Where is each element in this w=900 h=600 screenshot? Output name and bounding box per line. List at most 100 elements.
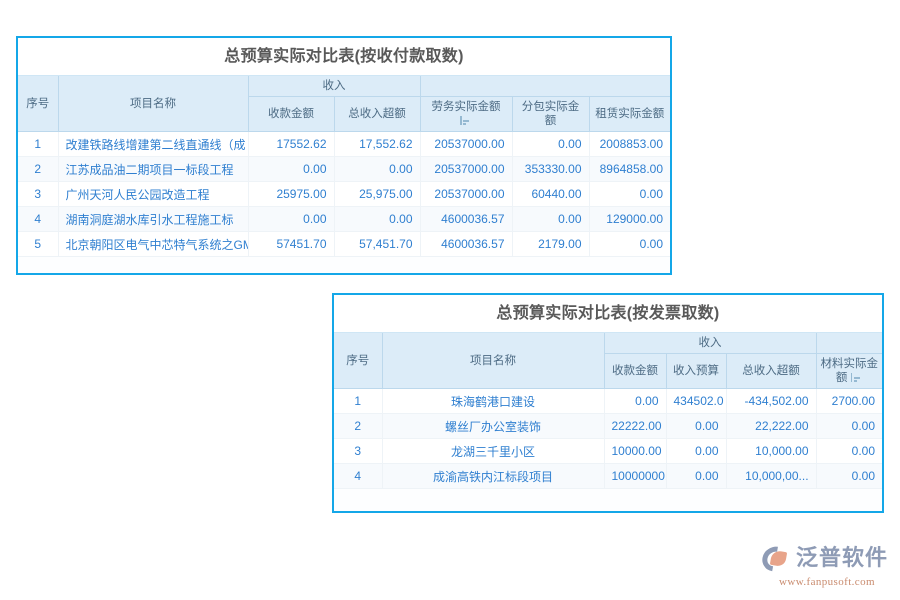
cell-total-income-excess: -434,502.00 <box>726 389 816 414</box>
table-row[interactable]: 4 湖南洞庭湖水库引水工程施工标 0.00 0.00 4600036.57 0.… <box>18 207 670 232</box>
cell-project-name[interactable]: 江苏成品油二期项目一标段工程 <box>58 157 248 182</box>
brand-logo-row: 泛普软件 <box>762 543 892 575</box>
cell-project-name[interactable]: 珠海鹤港口建设 <box>382 389 604 414</box>
col-header-total-income-excess[interactable]: 总收入超额 <box>334 97 420 132</box>
col-header-subcontract-actual-amount[interactable]: 分包实际金额 <box>512 97 589 132</box>
cell-total-income-excess: 0.00 <box>334 157 420 182</box>
brand-url: www.fanpusoft.com <box>762 576 892 588</box>
brand-logo: 泛普软件 www.fanpusoft.com <box>762 543 892 593</box>
cell-labor-actual-amount: 20537000.00 <box>420 182 512 207</box>
col-header-income-budget[interactable]: 收入预算 <box>666 354 726 389</box>
sort-icon[interactable] <box>463 116 472 125</box>
cell-project-name[interactable]: 龙湖三千里小区 <box>382 439 604 464</box>
cell-subcontract-actual-amount: 0.00 <box>512 132 589 157</box>
cell-subcontract-actual-amount: 2179.00 <box>512 232 589 257</box>
col-group-header-income: 收入 <box>248 76 420 97</box>
col-header-index[interactable]: 序号 <box>334 333 382 389</box>
cell-project-name[interactable]: 广州天河人民公园改造工程 <box>58 182 248 207</box>
cell-index: 1 <box>334 389 382 414</box>
page-root: 总预算实际对比表(按收付款取数) 序号 项目名称 收入 收款金额 <box>0 0 900 600</box>
col-header-labor-actual-amount-label: 劳务实际金额 <box>432 101 501 113</box>
cell-total-income-excess: 10,000.00 <box>726 439 816 464</box>
cell-total-income-excess: 25,975.00 <box>334 182 420 207</box>
col-header-lease-actual-amount[interactable]: 租赁实际金额 <box>589 97 670 132</box>
table-row[interactable]: 2 江苏成品油二期项目一标段工程 0.00 0.00 20537000.00 3… <box>18 157 670 182</box>
table-row[interactable]: 5 北京朝阳区电气中芯特气系统之GM 57451.70 57,451.70 46… <box>18 232 670 257</box>
cell-project-name[interactable]: 螺丝厂办公室装饰 <box>382 414 604 439</box>
cell-received-amount: 57451.70 <box>248 232 334 257</box>
cell-income-budget: 0.00 <box>666 414 726 439</box>
cell-index: 5 <box>18 232 58 257</box>
cell-total-income-excess: 57,451.70 <box>334 232 420 257</box>
table-row[interactable]: 3 广州天河人民公园改造工程 25975.00 25,975.00 205370… <box>18 182 670 207</box>
table-body-payment: 1 改建铁路线增建第二线直通线（成 17552.62 17,552.62 205… <box>18 132 670 257</box>
cell-received-amount: 0.00 <box>248 207 334 232</box>
cell-total-income-excess: 10,000,00... <box>726 464 816 489</box>
cell-index: 4 <box>334 464 382 489</box>
col-header-total-income-excess[interactable]: 总收入超额 <box>726 354 816 389</box>
cell-material-actual-amount: 0.00 <box>816 439 882 464</box>
cell-labor-actual-amount: 20537000.00 <box>420 132 512 157</box>
cell-index: 3 <box>18 182 58 207</box>
col-group-header-blank <box>816 333 882 354</box>
col-header-labor-actual-amount[interactable]: 劳务实际金额 <box>420 97 512 132</box>
cell-index: 2 <box>18 157 58 182</box>
fanpu-logo-icon <box>762 545 792 573</box>
cell-received-amount: 10000000. <box>604 464 666 489</box>
cell-subcontract-actual-amount: 0.00 <box>512 207 589 232</box>
cell-project-name[interactable]: 改建铁路线增建第二线直通线（成 <box>58 132 248 157</box>
cell-received-amount: 10000.00 <box>604 439 666 464</box>
cell-lease-actual-amount: 129000.00 <box>589 207 670 232</box>
cell-received-amount: 25975.00 <box>248 182 334 207</box>
cell-project-name[interactable]: 成渝高铁内江标段项目 <box>382 464 604 489</box>
cell-subcontract-actual-amount: 60440.00 <box>512 182 589 207</box>
col-header-received-amount[interactable]: 收款金额 <box>248 97 334 132</box>
table-row[interactable]: 1 珠海鹤港口建设 0.00 434502.0 -434,502.00 2700… <box>334 389 882 414</box>
table-header-invoice: 序号 项目名称 收入 收款金额 收入预算 总收入超额 材料实际金额 <box>334 333 882 389</box>
report-table-invoice: 序号 项目名称 收入 收款金额 收入预算 总收入超额 材料实际金额 <box>334 333 882 489</box>
col-header-index[interactable]: 序号 <box>18 76 58 132</box>
cell-income-budget: 434502.0 <box>666 389 726 414</box>
table-row[interactable]: 4 成渝高铁内江标段项目 10000000. 0.00 10,000,00...… <box>334 464 882 489</box>
cell-lease-actual-amount: 0.00 <box>589 232 670 257</box>
brand-name: 泛普软件 <box>796 545 888 573</box>
table-row[interactable]: 2 螺丝厂办公室装饰 22222.00 0.00 22,222.00 0.00 <box>334 414 882 439</box>
cell-received-amount: 0.00 <box>248 157 334 182</box>
cell-total-income-excess: 17,552.62 <box>334 132 420 157</box>
cell-received-amount: 17552.62 <box>248 132 334 157</box>
table-header-payment: 序号 项目名称 收入 收款金额 总收入超额 劳务实际金额 分包实际金额 <box>18 76 670 132</box>
table-body-invoice: 1 珠海鹤港口建设 0.00 434502.0 -434,502.00 2700… <box>334 389 882 489</box>
cell-labor-actual-amount: 4600036.57 <box>420 232 512 257</box>
cell-index: 1 <box>18 132 58 157</box>
cell-labor-actual-amount: 20537000.00 <box>420 157 512 182</box>
col-header-material-actual-amount[interactable]: 材料实际金额 <box>816 354 882 389</box>
report-title-payment: 总预算实际对比表(按收付款取数) <box>18 38 670 76</box>
table-row[interactable]: 3 龙湖三千里小区 10000.00 0.00 10,000.00 0.00 <box>334 439 882 464</box>
cell-index: 4 <box>18 207 58 232</box>
cell-project-name[interactable]: 湖南洞庭湖水库引水工程施工标 <box>58 207 248 232</box>
col-group-header-blank <box>420 76 670 97</box>
cell-received-amount: 22222.00 <box>604 414 666 439</box>
cell-total-income-excess: 22,222.00 <box>726 414 816 439</box>
cell-subcontract-actual-amount: 353330.00 <box>512 157 589 182</box>
report-table-payment: 序号 项目名称 收入 收款金额 总收入超额 劳务实际金额 分包实际金额 <box>18 76 670 257</box>
report-panel-invoice: 总预算实际对比表(按发票取数) 序号 项目名称 收入 收款金额 <box>332 293 884 513</box>
col-header-material-actual-amount-label: 材料实际金额 <box>821 358 879 384</box>
table-row[interactable]: 1 改建铁路线增建第二线直通线（成 17552.62 17,552.62 205… <box>18 132 670 157</box>
sort-icon[interactable] <box>854 373 863 382</box>
col-header-project[interactable]: 项目名称 <box>58 76 248 132</box>
cell-material-actual-amount: 2700.00 <box>816 389 882 414</box>
cell-income-budget: 0.00 <box>666 439 726 464</box>
cell-project-name[interactable]: 北京朝阳区电气中芯特气系统之GM <box>58 232 248 257</box>
cell-material-actual-amount: 0.00 <box>816 464 882 489</box>
col-group-header-income: 收入 <box>604 333 816 354</box>
col-header-received-amount[interactable]: 收款金额 <box>604 354 666 389</box>
col-header-project[interactable]: 项目名称 <box>382 333 604 389</box>
cell-labor-actual-amount: 4600036.57 <box>420 207 512 232</box>
cell-lease-actual-amount: 2008853.00 <box>589 132 670 157</box>
cell-material-actual-amount: 0.00 <box>816 414 882 439</box>
report-title-invoice: 总预算实际对比表(按发票取数) <box>334 295 882 333</box>
cell-index: 3 <box>334 439 382 464</box>
cell-total-income-excess: 0.00 <box>334 207 420 232</box>
cell-index: 2 <box>334 414 382 439</box>
